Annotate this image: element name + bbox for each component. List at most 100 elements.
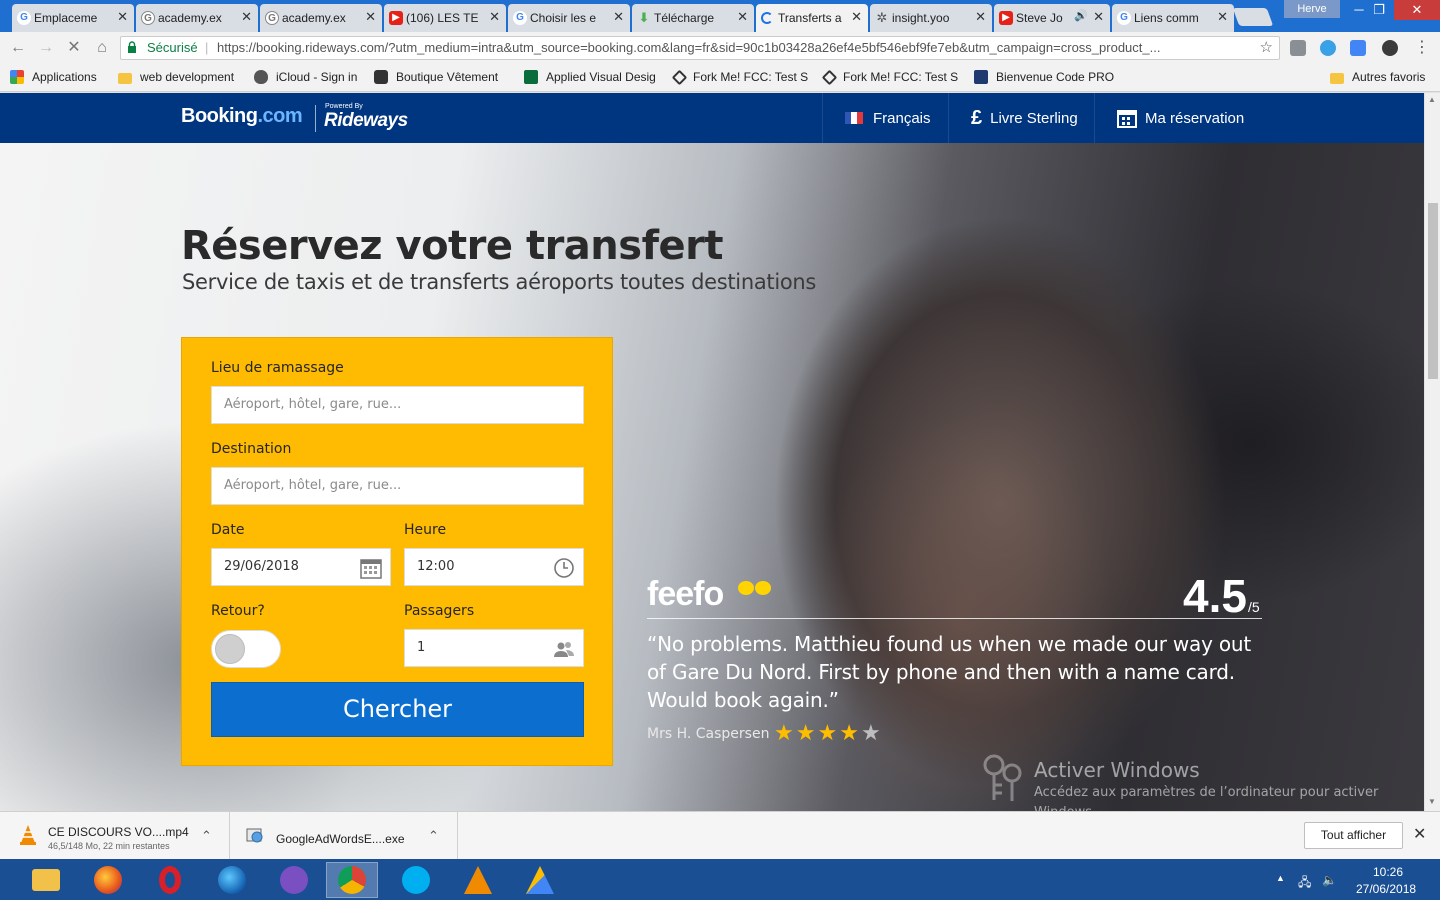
download-item[interactable]: CE DISCOURS VO....mp4 46,5/148 Mo, 22 mi… <box>0 812 230 860</box>
bookmark-folder[interactable]: web development <box>118 70 234 84</box>
return-toggle[interactable] <box>211 630 281 668</box>
booking-logo[interactable]: Booking.com <box>181 105 303 128</box>
cloud-extension-icon[interactable] <box>1320 40 1336 56</box>
date-input[interactable]: 29/06/2018 <box>211 548 391 586</box>
close-icon[interactable]: ✕ <box>613 9 624 25</box>
firefox-developer-icon[interactable] <box>206 862 258 898</box>
language-selector[interactable]: Français <box>822 93 948 143</box>
vlc-icon[interactable] <box>452 862 504 898</box>
scrollbar-thumb[interactable] <box>1428 203 1438 379</box>
logo-divider <box>315 105 316 132</box>
close-icon[interactable]: ✕ <box>241 9 252 25</box>
close-icon[interactable]: ✕ <box>1217 9 1228 25</box>
close-icon[interactable]: ✕ <box>489 9 500 25</box>
bookmark-item[interactable]: Fork Me! FCC: Test S <box>821 69 958 85</box>
close-icon[interactable]: ✕ <box>117 9 128 25</box>
chevron-up-icon[interactable]: ⌃ <box>428 828 439 844</box>
tab[interactable]: ▶ (106) LES TE ✕ <box>384 4 506 32</box>
search-button[interactable]: Chercher <box>211 682 584 737</box>
tab[interactable]: G academy.ex ✕ <box>136 4 258 32</box>
tab-title: Steve Jo <box>1016 11 1063 25</box>
home-icon[interactable]: ⌂ <box>92 38 112 58</box>
my-booking-link[interactable]: Ma réservation <box>1094 93 1274 143</box>
star-filled-icon: ★ <box>774 720 794 745</box>
vertical-scrollbar[interactable]: ▲ ▼ <box>1424 93 1440 811</box>
time-input[interactable]: 12:00 <box>404 548 584 586</box>
currency-selector[interactable]: £ Livre Sterling <box>948 93 1094 143</box>
tab-title: Télécharge <box>654 11 715 25</box>
download-item[interactable]: GoogleAdWordsE....exe ⌃ <box>230 812 458 860</box>
clock-time[interactable]: 10:26 <box>1373 865 1403 879</box>
extension-icon[interactable] <box>1382 40 1398 56</box>
close-icon[interactable]: ✕ <box>1413 824 1426 844</box>
bookmark-item[interactable]: Fork Me! FCC: Test S <box>671 69 809 85</box>
back-arrow-icon[interactable]: ← <box>8 38 28 58</box>
cat-app-icon[interactable] <box>268 862 320 898</box>
maximize-button[interactable]: ❐ <box>1364 0 1394 20</box>
passengers-value: 1 <box>417 640 426 655</box>
passengers-input[interactable]: 1 <box>404 629 584 667</box>
tab[interactable]: G Liens comm ✕ <box>1112 4 1234 32</box>
menu-kebab-icon[interactable]: ⋮ <box>1412 38 1432 58</box>
bookmark-star-icon[interactable]: ☆ <box>1260 37 1273 59</box>
close-icon[interactable]: ✕ <box>975 9 986 25</box>
url-text[interactable]: https://booking.rideways.com/?utm_medium… <box>217 37 1247 59</box>
window-close-button[interactable]: ✕ <box>1394 0 1440 20</box>
tab[interactable]: G Choisir les e ✕ <box>508 4 630 32</box>
bookmark-item[interactable]: iCloud - Sign in <box>254 70 357 84</box>
tab[interactable]: ✲ insight.yoo ✕ <box>870 4 992 32</box>
calendar-icon[interactable] <box>360 557 382 579</box>
profile-button[interactable]: Herve <box>1284 0 1340 18</box>
address-bar[interactable]: Sécurisé | https://booking.rideways.com/… <box>120 36 1280 60</box>
tab[interactable]: G academy.ex ✕ <box>260 4 382 32</box>
tab-active[interactable]: Transferts a ✕ <box>756 4 868 32</box>
close-icon[interactable]: ✕ <box>365 9 376 25</box>
extension-icon[interactable] <box>1290 40 1306 56</box>
tray-expand-icon[interactable]: ▲ <box>1276 873 1285 883</box>
network-icon[interactable]: 🖧 <box>1298 873 1311 894</box>
loading-icon <box>761 12 773 24</box>
tab[interactable]: ⬇ Télécharge ✕ <box>632 4 754 32</box>
scroll-down-icon[interactable]: ▼ <box>1428 797 1436 806</box>
tab[interactable]: G Emplaceme ✕ <box>12 4 134 32</box>
rideways-logo[interactable]: Rideways <box>324 110 408 132</box>
chevron-up-icon[interactable]: ⌃ <box>201 828 212 844</box>
feefo-logo[interactable]: feefo <box>647 575 724 614</box>
hero-section: Réservez votre transfert Service de taxi… <box>0 143 1424 811</box>
file-explorer-icon[interactable] <box>20 862 72 898</box>
close-icon[interactable]: ✕ <box>851 9 862 25</box>
google-adwords-icon[interactable] <box>514 862 566 898</box>
skype-icon[interactable] <box>390 862 442 898</box>
close-icon[interactable]: ✕ <box>1093 9 1104 25</box>
forward-arrow-icon[interactable]: → <box>36 38 56 58</box>
close-icon[interactable]: ✕ <box>737 9 748 25</box>
firefox-icon[interactable] <box>82 862 134 898</box>
bookmark-applications[interactable]: Applications <box>10 70 97 84</box>
clock-date[interactable]: 27/06/2018 <box>1356 882 1416 896</box>
pickup-input[interactable]: Aéroport, hôtel, gare, rue... <box>211 386 584 424</box>
chrome-icon[interactable] <box>326 862 378 898</box>
lock-icon <box>128 41 136 53</box>
google-icon: G <box>141 11 155 25</box>
translate-extension-icon[interactable] <box>1350 40 1366 56</box>
bookmark-item[interactable]: Bienvenue Code PRO <box>974 70 1114 84</box>
bookmark-label: Fork Me! FCC: Test S <box>693 70 809 84</box>
bookmark-item[interactable]: Boutique Vêtement <box>374 70 498 84</box>
booking-form: Lieu de ramassage Aéroport, hôtel, gare,… <box>181 337 613 766</box>
tab[interactable]: ▶ Steve Jo 🔊 ✕ <box>994 4 1110 32</box>
bookmark-label: Bienvenue Code PRO <box>996 70 1115 84</box>
review-quote: “No problems. Matthieu found us when we … <box>647 632 1252 712</box>
show-all-downloads-button[interactable]: Tout afficher <box>1304 822 1403 849</box>
destination-input[interactable]: Aéroport, hôtel, gare, rue... <box>211 467 584 505</box>
screen: G Emplaceme ✕ G academy.ex ✕ G academy.e… <box>0 0 1440 900</box>
clock-icon[interactable] <box>553 557 575 579</box>
scroll-up-icon[interactable]: ▲ <box>1428 95 1436 104</box>
speaker-icon[interactable]: 🔊 <box>1074 9 1088 22</box>
opera-icon[interactable] <box>144 862 196 898</box>
bookmark-item[interactable]: Applied Visual Desig <box>524 70 656 84</box>
volume-icon[interactable]: 🔈 <box>1322 873 1337 887</box>
new-tab-button[interactable] <box>1232 8 1274 26</box>
stop-loading-icon[interactable]: ✕ <box>64 38 84 58</box>
camera-icon <box>374 70 388 84</box>
other-bookmarks[interactable]: Autres favoris <box>1330 70 1425 84</box>
